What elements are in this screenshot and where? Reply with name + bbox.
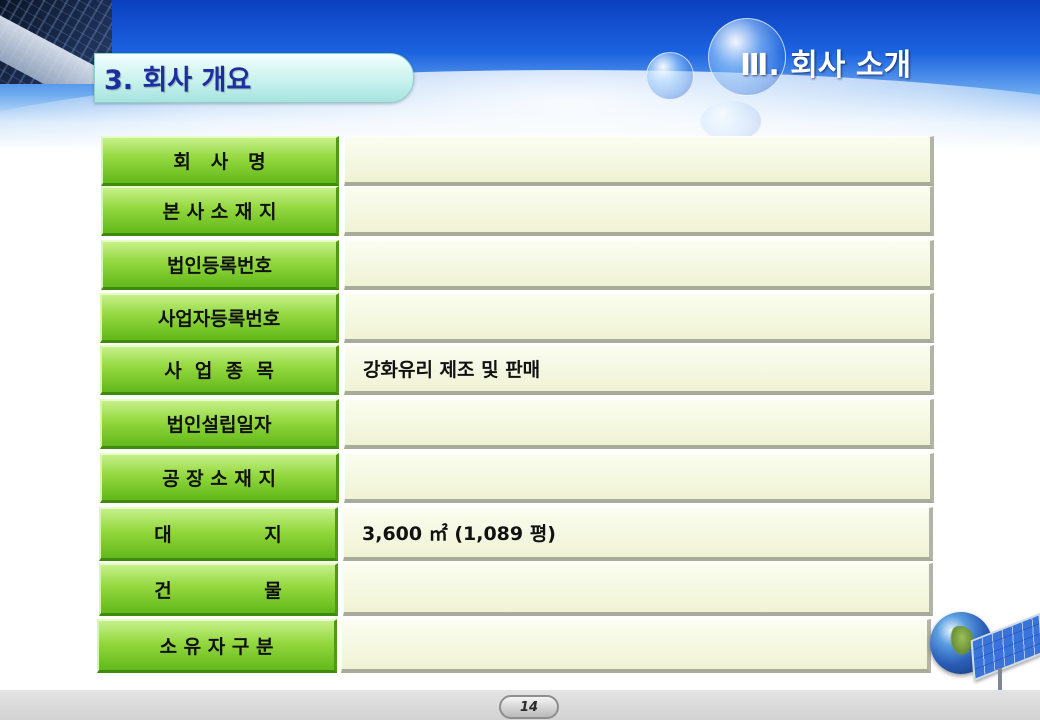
row-value: [344, 453, 934, 503]
table-row: 대 지 3,600 ㎡ (1,089 평): [0, 507, 1040, 561]
row-value: [343, 563, 933, 616]
table-row: 건 물: [0, 563, 1040, 616]
row-label: 회 사 명: [101, 136, 339, 186]
table-row: 본 사 소 재 지: [0, 186, 1040, 236]
page-number: 14: [499, 695, 559, 719]
row-label: 소 유 자 구 분: [97, 619, 337, 673]
row-label: 공 장 소 재 지: [100, 453, 339, 503]
table-row: 사 업 종 목 강화유리 제조 및 판매: [0, 345, 1040, 395]
row-value: [341, 619, 931, 673]
table-row: 공 장 소 재 지: [0, 453, 1040, 503]
table-row: 사업자등록번호: [0, 293, 1040, 343]
row-value: [344, 186, 934, 236]
row-label: 법인설립일자: [100, 399, 339, 449]
row-label: 대 지: [99, 507, 338, 561]
row-label: 건 물: [99, 563, 338, 616]
row-value: [344, 240, 934, 290]
row-label: 본 사 소 재 지: [101, 186, 339, 236]
row-value: [344, 136, 934, 186]
row-value: [344, 399, 934, 449]
row-value: 3,600 ㎡ (1,089 평): [343, 507, 933, 561]
table-row: 소 유 자 구 분: [0, 619, 1040, 673]
row-label: 법인등록번호: [101, 240, 339, 290]
table-row: 법인등록번호: [0, 240, 1040, 290]
row-value: 강화유리 제조 및 판매: [344, 345, 934, 395]
table-row: 법인설립일자: [0, 399, 1040, 449]
section-title: Ⅲ. 회사 소개: [740, 48, 912, 83]
page-title: 3. 회사 개요: [104, 65, 252, 96]
row-label: 사업자등록번호: [100, 293, 339, 343]
row-value: [344, 293, 934, 343]
bubble-icon: [646, 52, 694, 100]
globe-solar-illustration: [922, 598, 1040, 694]
table-row: 회 사 명: [0, 136, 1040, 186]
row-label: 사 업 종 목: [100, 345, 339, 395]
